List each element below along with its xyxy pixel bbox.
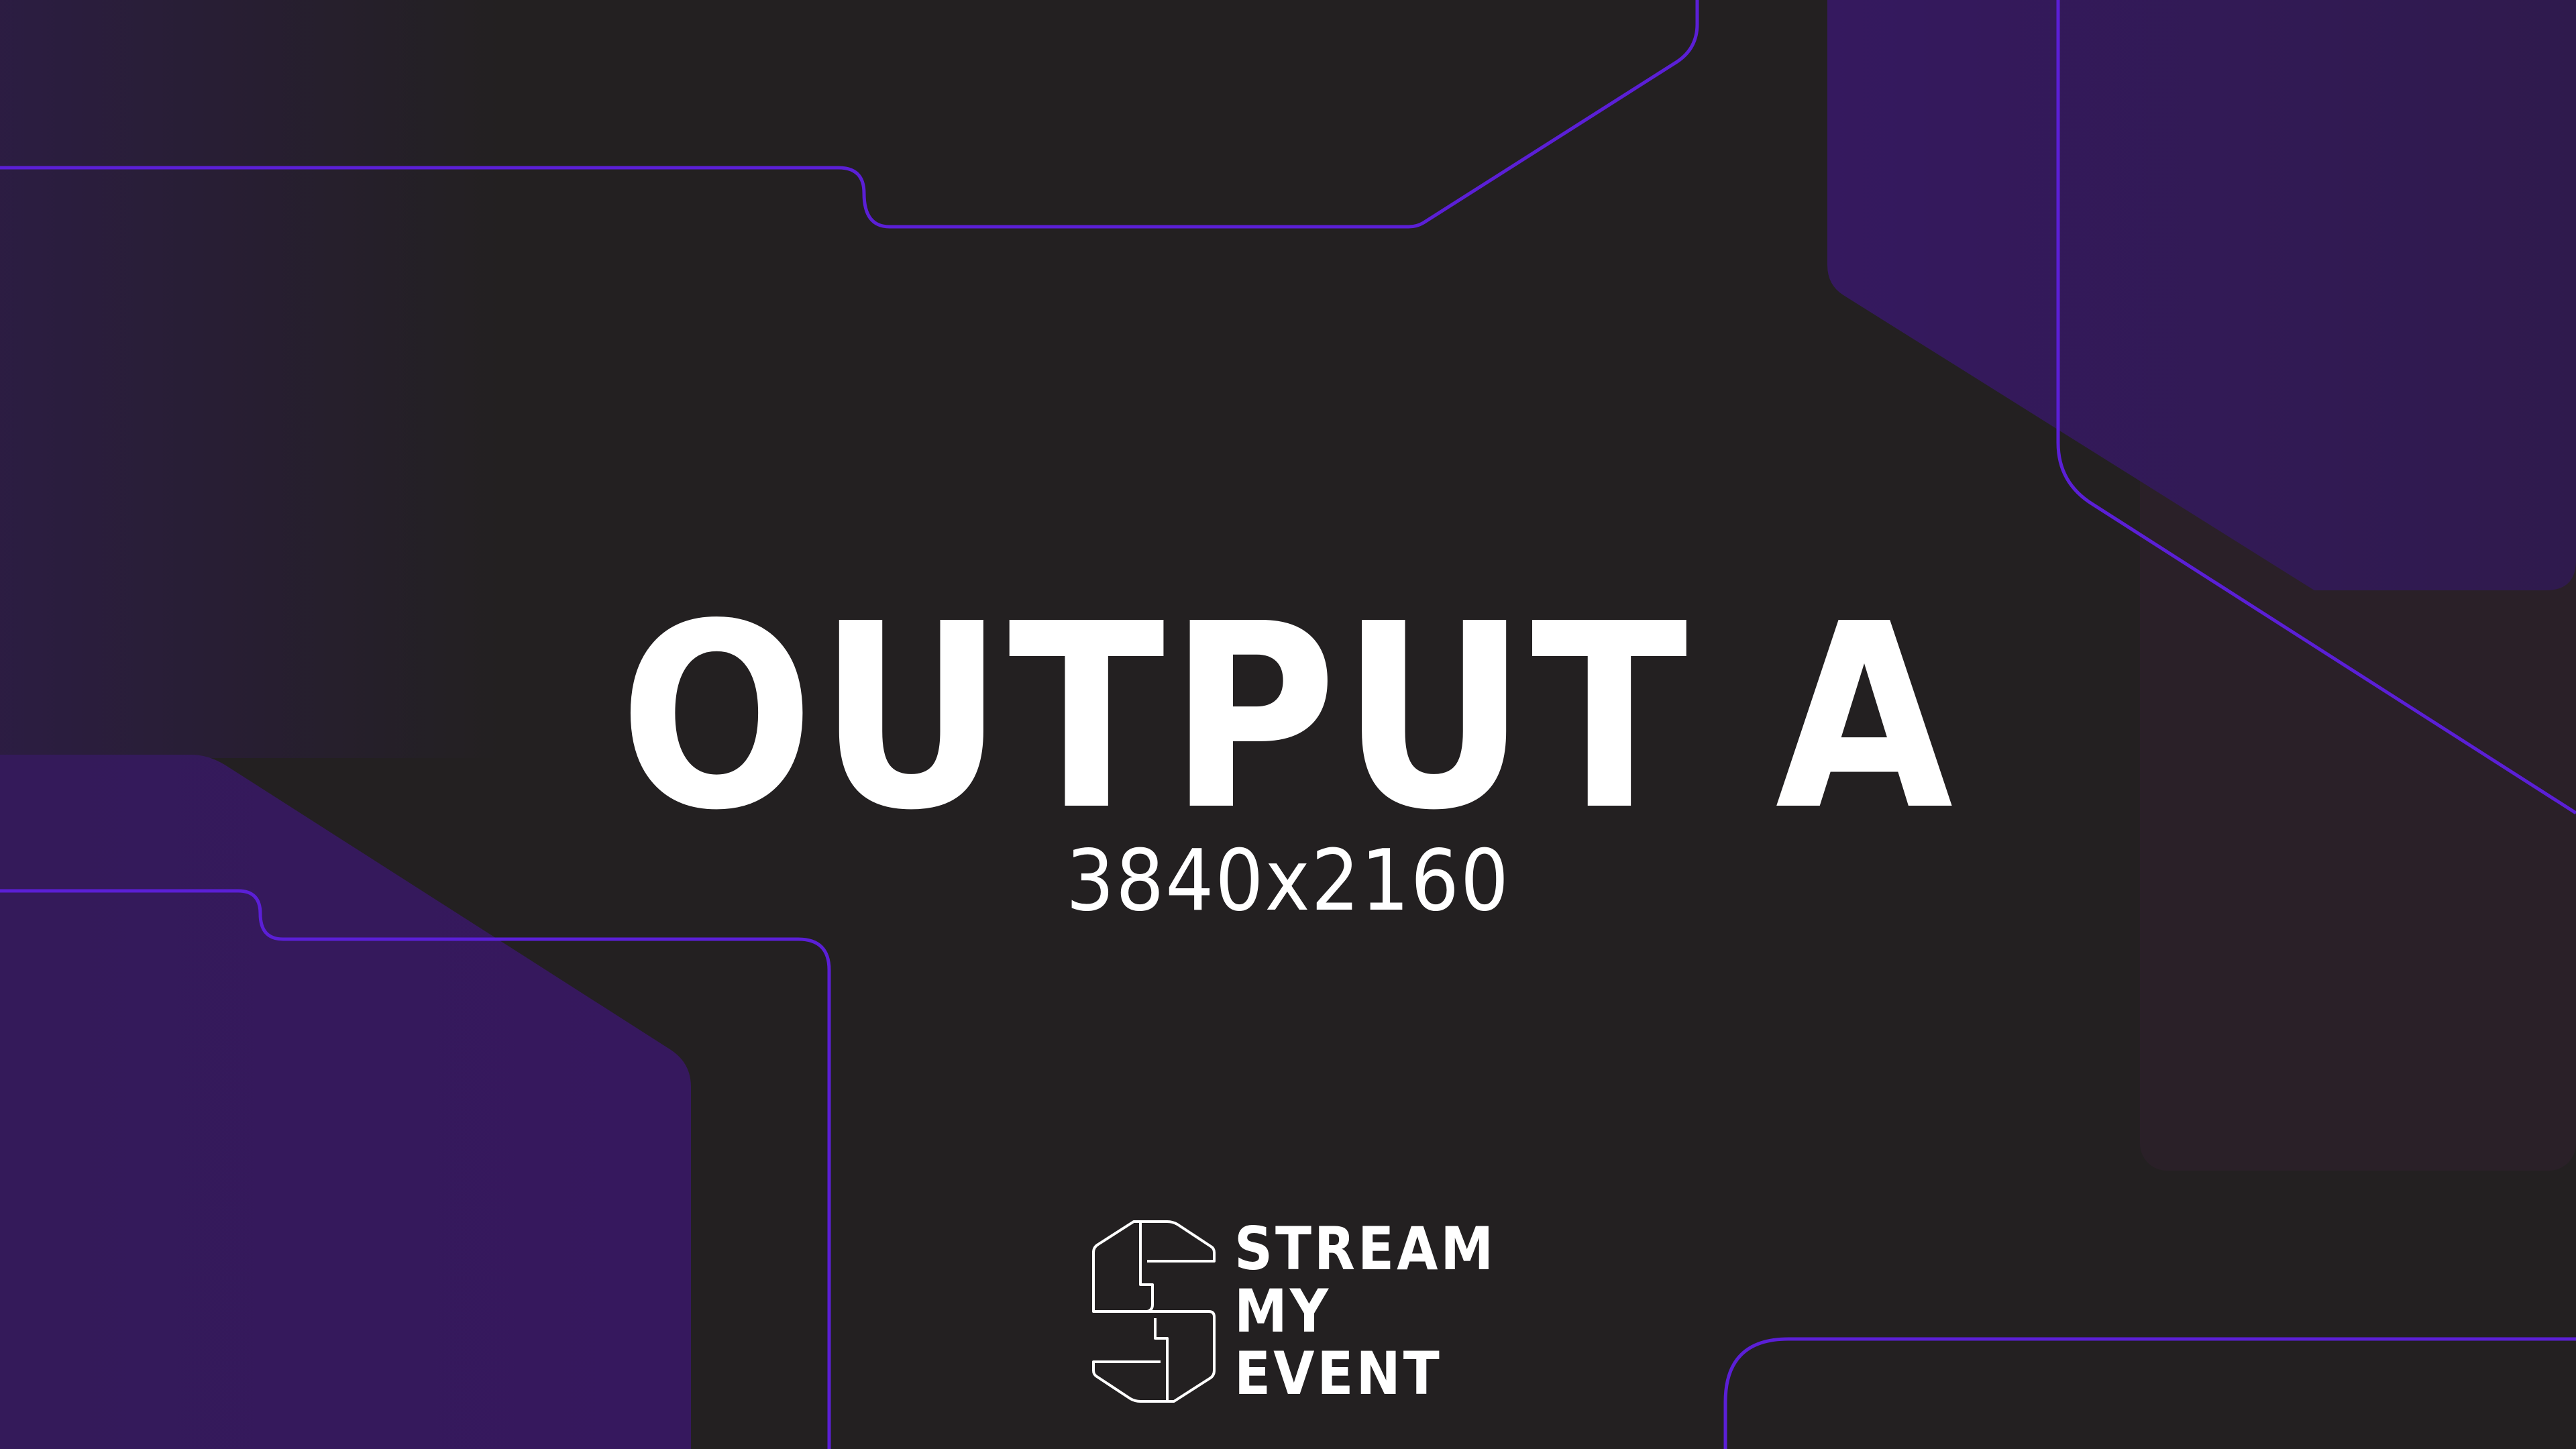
bottom-right-accent-line (1723, 1337, 2576, 1449)
brand-line-stream: STREAM (1234, 1214, 1497, 1283)
top-right-purple-panel (1827, 0, 2576, 590)
output-title: OUTPUT A (619, 569, 1957, 866)
resolution-label: 3840x2160 (1066, 831, 1510, 930)
s-logo-icon (1092, 1220, 1216, 1403)
brand-line-event: EVENT (1234, 1339, 1442, 1408)
output-card: OUTPUT A 3840x2160 STREAM MY EVENT (0, 0, 2576, 1449)
brand-line-my: MY (1234, 1277, 1332, 1346)
stream-my-event-logo: STREAM MY EVENT (1087, 1218, 1503, 1405)
brand-wordmark: STREAM MY EVENT (1234, 1218, 1496, 1405)
